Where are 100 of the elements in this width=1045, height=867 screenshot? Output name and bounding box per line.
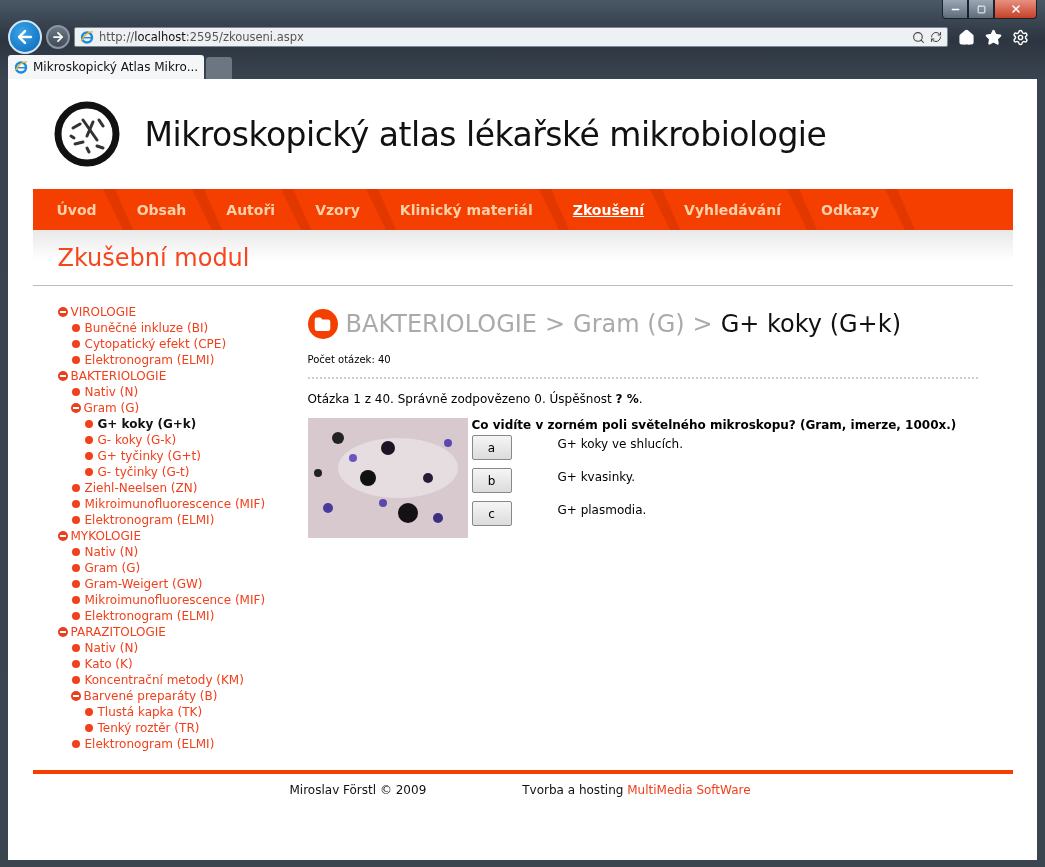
bullet-icon [84,452,93,460]
answer-text: G+ koky ve shlucích. [557,437,683,451]
bullet-icon [71,660,80,668]
answer-text: G+ plasmodia. [557,503,647,517]
close-button[interactable] [994,0,1037,19]
tree-item[interactable]: Koncentrační metody (KM) [84,673,244,687]
hosting-credit: Tvorba a hosting MultiMedia SoftWare [522,783,751,797]
tree-item[interactable]: Gram-Weigert (GW) [84,577,203,591]
bullet-icon [71,564,80,572]
nav-link[interactable]: Autoři [226,201,276,218]
back-button[interactable] [8,20,42,54]
separator-icon [279,189,312,230]
collapse-icon[interactable] [57,307,68,317]
search-icon [912,30,925,44]
tree-item[interactable]: Nativ (N) [84,545,139,559]
collapse-icon[interactable] [57,627,68,637]
browser-icon [14,60,28,74]
breadcrumb-item[interactable]: BAKTERIOLOGIE [345,310,537,338]
tree-item[interactable]: Tlustá kapka (TK) [97,705,203,719]
tree-item[interactable]: Kato (K) [84,657,133,671]
bullet-icon [84,436,93,444]
tree-item[interactable]: Elektronogram (ELMI) [84,353,215,367]
bullet-icon [71,340,80,348]
star-icon[interactable] [985,28,1002,46]
tree-item[interactable]: PARAZITOLOGIE [70,625,166,639]
bullet-icon [71,580,80,588]
bullet-icon [84,420,93,428]
section-title: Zkušební modul [57,243,250,272]
bullet-icon [84,468,93,476]
settings-icon[interactable] [1012,28,1029,46]
nav-link[interactable]: Zkoušení [572,201,645,218]
site-title: Mikroskopický atlas lékařské mikrobiologie [144,114,827,154]
tree-item[interactable]: Tenký roztěr (TR) [97,721,200,735]
tree-item[interactable]: Ziehl-Neelsen (ZN) [84,481,198,495]
address-bar[interactable]: http://localhost:2595/zkouseni.aspx [74,27,948,47]
tree-item[interactable]: Nativ (N) [84,385,139,399]
separator-icon [883,189,916,230]
hosting-link[interactable]: MultiMedia SoftWare [627,783,751,797]
browser-tab[interactable]: Mikroskopický Atlas Mikro... [8,55,204,79]
tree-item[interactable]: Elektronogram (ELMI) [84,737,215,751]
tree-item[interactable]: Mikroimunofluorescence (MIF) [84,593,266,607]
nav-link[interactable]: Obsah [136,201,187,218]
question-count: Počet otázek: 40 [307,354,391,365]
collapse-icon[interactable] [57,371,68,381]
tree-item[interactable]: Cytopatický efekt (CPE) [84,337,227,351]
tree-item[interactable]: VIROLOGIE [70,305,137,319]
bullet-icon [71,548,80,556]
separator-icon [785,189,818,230]
home-icon[interactable] [958,28,975,46]
answer-button[interactable]: a [471,435,512,460]
collapse-icon[interactable] [70,691,81,701]
tree-item[interactable]: G+ tyčinky (G+t) [97,449,201,463]
tree-item[interactable]: Gram (G) [84,561,141,575]
microscope-logo [52,100,121,168]
tree-item[interactable]: Barvené preparáty (B) [83,689,218,703]
progress-text: Otázka 1 z 40. Správně zodpovězeno 0. Úspěšnost ? %. [307,392,644,406]
answer-text: G+ kvasinky. [557,470,635,484]
maximize-button[interactable] [968,0,994,19]
bullet-icon [71,516,80,524]
answer-button[interactable]: c [471,501,512,526]
separator-icon [536,189,569,230]
question-text: Co vidíte v zorném poli světelného mikroskopu? (Gram, imerze, 1000x.) [471,418,957,432]
close-icon [1009,3,1022,15]
answer-button[interactable]: b [471,468,512,493]
tree-item[interactable]: G- tyčinky (G-t) [97,465,190,479]
nav-link[interactable]: Vzory [315,201,360,218]
separator-icon [100,189,133,230]
bullet-icon [71,740,80,748]
separator-icon [190,189,223,230]
tree-item[interactable]: Elektronogram (ELMI) [84,513,215,527]
nav-link[interactable]: Úvod [56,201,97,218]
refresh-icon [930,31,942,43]
folder-icon [307,309,338,339]
tree-item[interactable]: Buněčné inkluze (BI) [84,321,209,335]
bullet-icon [71,612,80,620]
collapse-icon[interactable] [57,531,68,541]
tree-item[interactable]: MYKOLOGIE [70,529,141,543]
tree-item[interactable]: G+ koky (G+k) [97,417,197,431]
breadcrumb-item[interactable]: G+ koky (G+k) [720,310,901,338]
bullet-icon [71,324,80,332]
tree-item[interactable]: Gram (G) [83,401,140,415]
tree-item[interactable]: Elektronogram (ELMI) [84,609,215,623]
copyright-text: Miroslav Förstl © 2009 [289,783,427,797]
tree-item[interactable]: G- koky (G-k) [97,433,177,447]
bullet-icon [71,500,80,508]
collapse-icon[interactable] [70,403,81,413]
bullet-icon [71,356,80,364]
forward-button[interactable] [46,25,70,49]
nav-link[interactable]: Vyhledávání [684,201,782,218]
bullet-icon [71,388,80,396]
tree-item[interactable]: BAKTERIOLOGIE [70,369,167,383]
tree-item[interactable]: Mikroimunofluorescence (MIF) [84,497,266,511]
minimize-button[interactable] [942,0,968,19]
nav-link[interactable]: Klinický materiál [399,201,533,218]
bullet-icon [71,644,80,652]
tree-item[interactable]: Nativ (N) [84,641,139,655]
breadcrumb-item[interactable]: Gram (G) [573,310,685,338]
nav-link[interactable]: Odkazy [821,201,880,218]
breadcrumb-separator: > [692,310,713,338]
bullet-icon [71,676,80,684]
